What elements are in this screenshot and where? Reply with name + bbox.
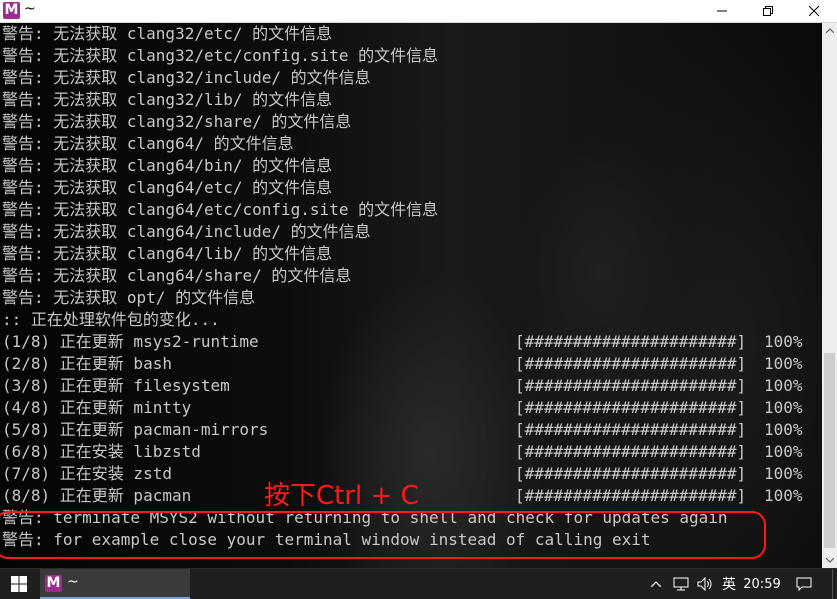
annotation-label: 按下Ctrl + C: [264, 481, 419, 511]
progress-bar-text: [######################]: [515, 376, 747, 395]
progress-percent: 100%: [764, 442, 803, 461]
terminal-line-text: 警告: 无法获取 clang64/share/ 的文件信息: [2, 266, 352, 285]
terminal-line: 警告: 无法获取 clang64/bin/ 的文件信息: [2, 155, 822, 177]
scroll-thumb[interactable]: [824, 353, 835, 548]
terminal-line: 警告: 无法获取 clang64/share/ 的文件信息: [2, 265, 822, 287]
terminal-line-text: 警告: 无法获取 clang64/include/ 的文件信息: [2, 222, 371, 241]
msys2-app-icon[interactable]: M: [3, 2, 20, 19]
progress-percent: 100%: [764, 398, 803, 417]
terminal-line-text: (4/8) 正在更新 mintty: [2, 398, 192, 417]
taskbar-app-title: ~: [67, 574, 79, 590]
terminal-progress-line: (5/8) 正在更新 pacman-mirrors [##############…: [2, 419, 822, 441]
terminal-progress-line: (3/8) 正在更新 filesystem [##################…: [2, 375, 822, 397]
scroll-down-arrow-icon[interactable]: [822, 553, 837, 568]
ime-mode-indicator[interactable]: 英: [718, 569, 740, 599]
progress-percent: 100%: [764, 464, 803, 483]
notification-icon: [796, 577, 812, 591]
msys2-taskbar-icon: M: [45, 575, 62, 592]
terminal-line: 警告: 无法获取 clang32/include/ 的文件信息: [2, 67, 822, 89]
terminal-line: 警告: 无法获取 clang32/lib/ 的文件信息: [2, 89, 822, 111]
chevron-up-icon: [651, 581, 661, 587]
terminal-line: :: 正在处理软件包的变化...: [2, 309, 822, 331]
terminal-line-text: 警告: 无法获取 clang64/etc/ 的文件信息: [2, 178, 333, 197]
progress-percent: 100%: [764, 420, 803, 439]
terminal-line-text: 警告: 无法获取 clang64/etc/config.site 的文件信息: [2, 200, 439, 219]
close-icon: [809, 6, 819, 16]
terminal-line-text: 警告: 无法获取 clang64/ 的文件信息: [2, 134, 294, 153]
action-center-button[interactable]: [790, 569, 818, 599]
terminal-line-text: (5/8) 正在更新 pacman-mirrors: [2, 420, 269, 439]
scroll-up-arrow-icon[interactable]: [822, 23, 837, 38]
progress-bar-text: [######################]: [515, 398, 747, 417]
terminal-line-text: (8/8) 正在更新 pacman: [2, 486, 192, 505]
terminal-line-text: 警告: 无法获取 clang32/share/ 的文件信息: [2, 112, 352, 131]
progress-percent: 100%: [764, 354, 803, 373]
progress-bar-text: [######################]: [515, 464, 747, 483]
terminal-line-text: (6/8) 正在安装 libzstd: [2, 442, 201, 461]
terminal-line: 警告: 无法获取 clang32/etc/config.site 的文件信息: [2, 45, 822, 67]
terminal-output[interactable]: 警告: 无法获取 clang32/etc/ 的文件信息 警告: 无法获取 clan…: [0, 23, 822, 568]
terminal-progress-line: (4/8) 正在更新 mintty [######################…: [2, 397, 822, 419]
show-hidden-icons-button[interactable]: [648, 569, 664, 599]
terminal-line: 警告: 无法获取 clang64/lib/ 的文件信息: [2, 243, 822, 265]
progress-percent: 100%: [764, 376, 803, 395]
terminal-line-text: 警告: 无法获取 clang32/etc/ 的文件信息: [2, 24, 333, 43]
windows-logo-icon: [11, 576, 27, 592]
terminal-line: 警告: 无法获取 clang64/ 的文件信息: [2, 133, 822, 155]
vertical-scrollbar[interactable]: [822, 23, 837, 568]
close-button[interactable]: [791, 0, 837, 22]
volume-button[interactable]: [694, 569, 716, 599]
terminal-line-text: (3/8) 正在更新 filesystem: [2, 376, 230, 395]
minimize-button[interactable]: [699, 0, 745, 22]
terminal-line-text: (1/8) 正在更新 msys2-runtime: [2, 332, 259, 351]
terminal-line-text: 警告: 无法获取 clang32/lib/ 的文件信息: [2, 90, 333, 109]
terminal-line: 警告: 无法获取 clang64/include/ 的文件信息: [2, 221, 822, 243]
start-button[interactable]: [0, 569, 38, 599]
progress-bar-text: [######################]: [515, 332, 747, 351]
clock[interactable]: 20:59: [742, 569, 782, 599]
title-bar[interactable]: M ~: [0, 0, 837, 23]
progress-percent: 100%: [764, 486, 803, 505]
progress-bar-text: [######################]: [515, 420, 747, 439]
terminal-line-text: 警告: 无法获取 clang64/lib/ 的文件信息: [2, 244, 333, 263]
progress-percent: 100%: [764, 332, 803, 351]
terminal-progress-line: (1/8) 正在更新 msys2-runtime [###############…: [2, 331, 822, 353]
terminal-progress-line: (6/8) 正在安装 libzstd [#####################…: [2, 441, 822, 463]
annotation-highlight-box: [0, 511, 766, 559]
taskbar-app-mintty[interactable]: M ~: [40, 569, 190, 599]
taskbar: M ~ 英 20:59: [0, 568, 837, 599]
terminal-lines: 警告: 无法获取 clang32/etc/ 的文件信息 警告: 无法获取 clan…: [2, 23, 822, 551]
terminal-line-text: (7/8) 正在安装 zstd: [2, 464, 172, 483]
network-icon: [673, 577, 689, 591]
restore-icon: [763, 6, 773, 16]
terminal-line-text: 警告: 无法获取 opt/ 的文件信息: [2, 288, 256, 307]
show-desktop-button[interactable]: [832, 569, 837, 599]
mintty-window: M ~ 警告: 无法获取 clang32/etc/ 的文件信息 警告: 无法获取 …: [0, 0, 837, 568]
terminal-line-text: :: 正在处理软件包的变化...: [2, 310, 220, 329]
terminal-line: 警告: 无法获取 clang64/etc/ 的文件信息: [2, 177, 822, 199]
window-title: ~: [24, 1, 36, 17]
network-button[interactable]: [670, 569, 692, 599]
terminal-line-text: 警告: 无法获取 clang32/etc/config.site 的文件信息: [2, 46, 439, 65]
restore-button[interactable]: [745, 0, 791, 22]
progress-bar-text: [######################]: [515, 486, 747, 505]
terminal-line: 警告: 无法获取 clang32/share/ 的文件信息: [2, 111, 822, 133]
progress-bar-text: [######################]: [515, 354, 747, 373]
speaker-icon: [697, 577, 712, 591]
terminal-line: 警告: 无法获取 clang32/etc/ 的文件信息: [2, 23, 822, 45]
minimize-icon: [717, 10, 727, 12]
terminal-line-text: 警告: 无法获取 clang64/bin/ 的文件信息: [2, 156, 333, 175]
progress-bar-text: [######################]: [515, 442, 747, 461]
terminal-line-text: 警告: 无法获取 clang32/include/ 的文件信息: [2, 68, 371, 87]
terminal-line: 警告: 无法获取 opt/ 的文件信息: [2, 287, 822, 309]
terminal-line-text: (2/8) 正在更新 bash: [2, 354, 172, 373]
terminal-progress-line: (2/8) 正在更新 bash [######################] 1…: [2, 353, 822, 375]
terminal-line: 警告: 无法获取 clang64/etc/config.site 的文件信息: [2, 199, 822, 221]
